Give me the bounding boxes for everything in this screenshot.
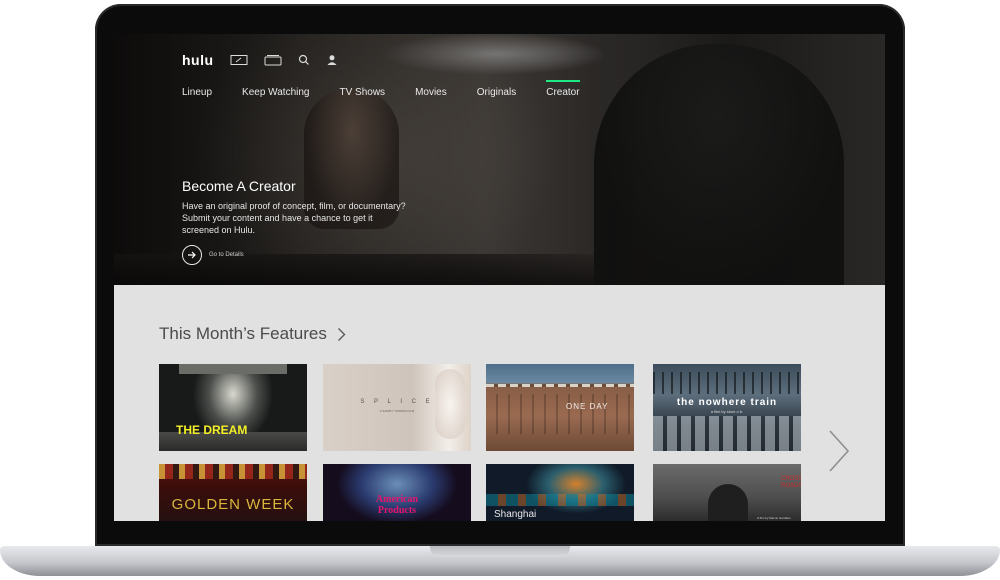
card-title: S P L I C E: [360, 399, 434, 405]
laptop-notch: [430, 546, 570, 557]
carousel-next-button[interactable]: [828, 429, 850, 478]
feature-card-splice[interactable]: S P L I C E A SAMMY TORRES FILM: [323, 364, 471, 451]
feature-card-shanghai[interactable]: Shanghai: [486, 464, 634, 521]
hero-banner: hulu Lineup Keep Watching TV Shows Movie…: [114, 34, 885, 285]
features-title: This Month’s Features: [159, 324, 327, 343]
card-subtitle: a film by shoe o.b.: [710, 409, 744, 414]
go-to-details-label: Go to Details: [209, 252, 244, 258]
card-subtitle: A film by Marvin Hamilton: [757, 516, 791, 520]
tab-movies[interactable]: Movies: [415, 87, 447, 98]
card-title: American Products: [375, 494, 419, 516]
card-title: THE DREAM: [176, 423, 248, 437]
card-subtitle: A SAMMY TORRES FILM: [379, 409, 415, 413]
feature-card-golden-week[interactable]: GOLDEN WEEK: [159, 464, 307, 521]
tab-creator[interactable]: Creator: [546, 80, 580, 98]
feature-card-one-day[interactable]: ONE DAY: [486, 364, 634, 451]
hero-title: Become A Creator: [182, 178, 296, 194]
feature-card-the-dream[interactable]: THE DREAM: [159, 364, 307, 451]
hulu-logo[interactable]: hulu: [182, 52, 214, 68]
chevron-right-icon: [337, 327, 346, 341]
tab-tv-shows[interactable]: TV Shows: [339, 87, 385, 98]
tab-lineup[interactable]: Lineup: [182, 87, 212, 98]
search-icon[interactable]: [298, 54, 310, 66]
card-title: CROSS ROADS: [781, 476, 801, 489]
live-tv-icon[interactable]: [230, 54, 248, 66]
tab-keep-watching[interactable]: Keep Watching: [242, 87, 309, 98]
chevron-right-icon: [829, 430, 850, 472]
card-title: the nowhere train: [676, 397, 778, 408]
library-icon[interactable]: [264, 54, 282, 66]
go-to-details-button[interactable]: Go to Details: [182, 245, 244, 265]
profile-icon[interactable]: [326, 54, 338, 66]
top-nav: hulu: [182, 52, 338, 68]
nav-tabs: Lineup Keep Watching TV Shows Movies Ori…: [182, 80, 610, 98]
feature-card-the-nowhere-train[interactable]: the nowhere train a film by shoe o.b.: [653, 364, 801, 451]
tab-originals[interactable]: Originals: [477, 87, 516, 98]
hero-description: Have an original proof of concept, film,…: [182, 201, 406, 235]
feature-card-american-products[interactable]: American Products: [323, 464, 471, 521]
feature-card-crossroads[interactable]: CROSS ROADS A film by Marvin Hamilton: [653, 464, 801, 521]
card-title: Shanghai: [494, 509, 537, 520]
card-title: ONE DAY: [566, 402, 609, 411]
features-heading[interactable]: This Month’s Features: [159, 324, 346, 344]
card-title: GOLDEN WEEK: [171, 496, 295, 513]
arrow-right-icon: [182, 245, 202, 265]
screen: hulu Lineup Keep Watching TV Shows Movie…: [114, 34, 885, 521]
